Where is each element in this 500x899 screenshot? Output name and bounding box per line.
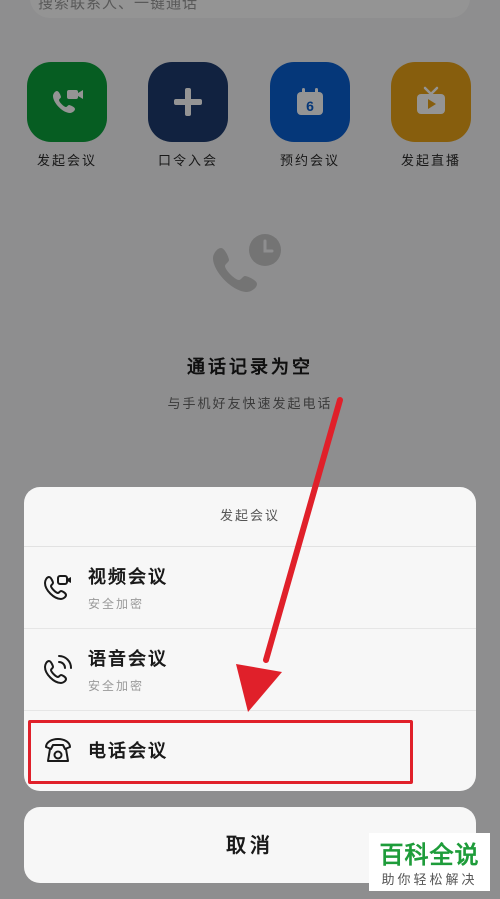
voice-phone-icon: [43, 655, 72, 685]
highlight-box: [28, 720, 413, 784]
option-subtitle: 安全加密: [88, 679, 145, 693]
watermark: 百科全说 助你轻松解决: [369, 833, 490, 891]
watermark-subtitle: 助你轻松解决: [381, 873, 478, 888]
option-video-meeting[interactable]: 视频会议 安全加密: [24, 547, 476, 629]
option-name: 视频会议: [88, 567, 168, 588]
sheet-title: 发起会议: [24, 487, 476, 547]
watermark-title: 百科全说: [379, 841, 480, 869]
video-phone-icon: [43, 575, 71, 601]
option-voice-meeting[interactable]: 语音会议 安全加密: [24, 629, 476, 711]
option-subtitle: 安全加密: [88, 597, 145, 611]
option-name: 语音会议: [88, 649, 168, 670]
screen: 搜索联系人、一键通话 发起会议 口令入会 6 预约会议 发起直播 通话记录为空 …: [0, 0, 500, 899]
